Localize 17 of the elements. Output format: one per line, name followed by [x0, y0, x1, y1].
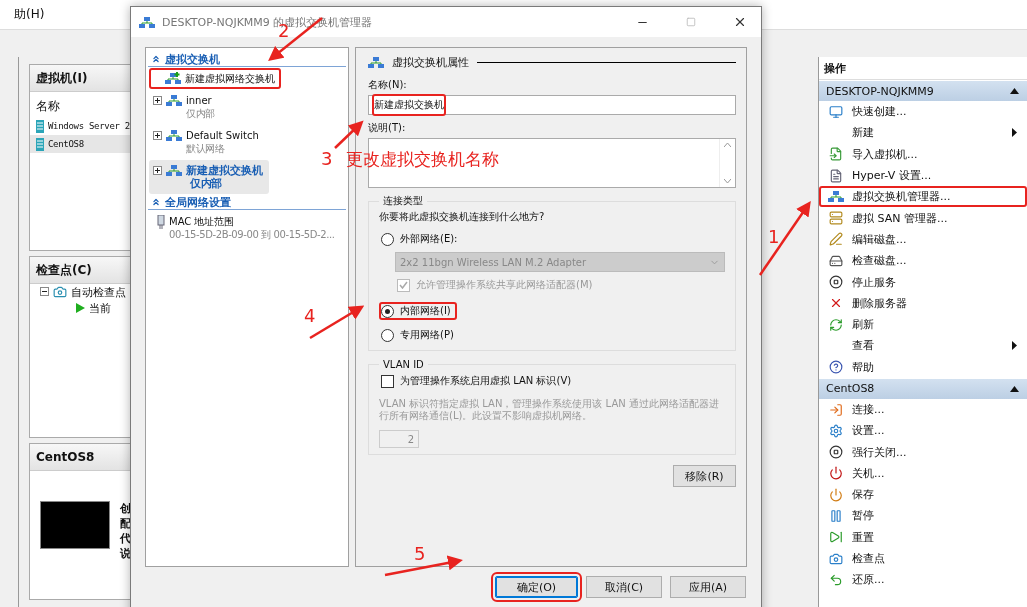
question-text: 你要将此虚拟交换机连接到什么地方? [379, 210, 546, 224]
detail-label: 配 [120, 516, 131, 531]
help-text: VLAN 标识符指定虚拟 LAN，管理操作系统使用该 LAN 通过此网络适配器进行所有网络通信(L)。此设置不影响虚拟机网络。 [379, 398, 720, 422]
field-label: 说明(T): [368, 121, 407, 135]
section-title: 虚拟交换机属性 [392, 54, 469, 70]
group-title: 连接类型 [382, 194, 424, 208]
panel-title: 操作 [819, 57, 1027, 80]
step-number: 5 [414, 543, 426, 564]
annotation-note: 更改虚拟交换机名称 [346, 148, 499, 171]
step-number: 3 [321, 148, 333, 169]
detail-label: 创 [120, 501, 131, 516]
group-title: CentOS8 [826, 382, 875, 396]
step-number: 4 [304, 305, 316, 326]
step-number: 1 [768, 226, 780, 247]
field-label: 名称(N): [368, 78, 408, 92]
group-title: DESKTOP-NQJKMM9 [826, 84, 934, 98]
group-title: VLAN ID [382, 359, 425, 370]
